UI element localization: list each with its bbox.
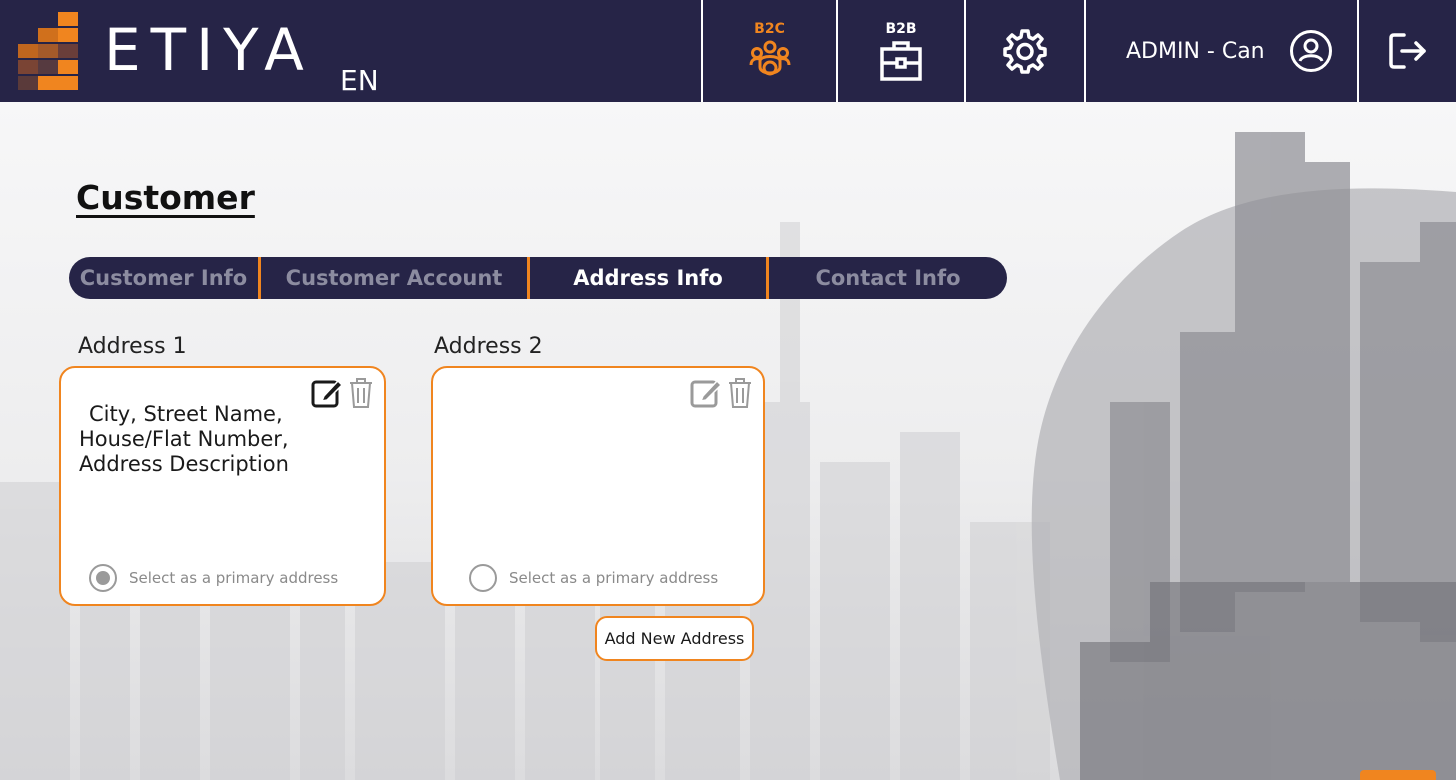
gear-icon — [1003, 29, 1047, 74]
edit-address-button[interactable] — [689, 376, 723, 414]
etiya-logo-icon — [18, 12, 78, 90]
user-menu[interactable]: ADMIN - Can — [1086, 0, 1358, 102]
tab-customer-account[interactable]: Customer Account — [261, 257, 527, 299]
b2b-label: B2B — [885, 21, 917, 37]
primary-address-label: Select as a primary address — [129, 569, 339, 587]
brand-name: ETIYA — [104, 16, 314, 84]
add-new-address-button[interactable]: Add New Address — [595, 616, 754, 661]
radio-dot — [96, 571, 110, 585]
trash-icon — [729, 378, 751, 408]
address-card-1: City, Street Name, House/Flat Number, Ad… — [59, 366, 386, 606]
primary-address-radio[interactable]: Select as a primary address — [469, 564, 718, 592]
b2b-button[interactable]: B2B — [838, 0, 964, 102]
language-selector[interactable]: EN — [340, 64, 379, 97]
address-card-tools — [689, 376, 753, 414]
primary-address-radio[interactable]: Select as a primary address — [89, 564, 338, 592]
page-title: Customer — [76, 178, 255, 217]
tab-customer-info[interactable]: Customer Info — [69, 257, 258, 299]
logout-button[interactable] — [1359, 0, 1456, 102]
people-group-icon — [749, 40, 790, 76]
address-card-2: Select as a primary address — [431, 366, 765, 606]
corner-tag — [1360, 770, 1436, 780]
user-name: ADMIN - Can — [1126, 38, 1265, 64]
delete-address-button[interactable] — [348, 376, 374, 414]
top-header: ETIYA EN B2C B2B ADMIN - Can — [0, 0, 1456, 102]
address-1-label: Address 1 — [78, 334, 187, 359]
address-2-label: Address 2 — [434, 334, 543, 359]
radio-button[interactable] — [89, 564, 117, 592]
logout-icon — [1388, 33, 1426, 69]
tab-address-info[interactable]: Address Info — [530, 257, 766, 299]
b2c-button[interactable]: B2C — [703, 0, 836, 102]
edit-icon — [690, 379, 723, 408]
trash-icon — [350, 378, 372, 408]
briefcase-icon — [880, 41, 922, 81]
tab-bar: Customer Info Customer Account Address I… — [69, 257, 1007, 299]
delete-address-button[interactable] — [727, 376, 753, 414]
tab-contact-info[interactable]: Contact Info — [769, 257, 1007, 299]
radio-button[interactable] — [469, 564, 497, 592]
address-text: City, Street Name, House/Flat Number, Ad… — [79, 402, 339, 477]
primary-address-label: Select as a primary address — [509, 569, 719, 587]
b2c-label: B2C — [754, 21, 785, 37]
user-circle-icon[interactable] — [1289, 29, 1333, 73]
settings-button[interactable] — [966, 0, 1084, 102]
address-text-value: City, Street Name, House/Flat Number, Ad… — [79, 402, 289, 476]
